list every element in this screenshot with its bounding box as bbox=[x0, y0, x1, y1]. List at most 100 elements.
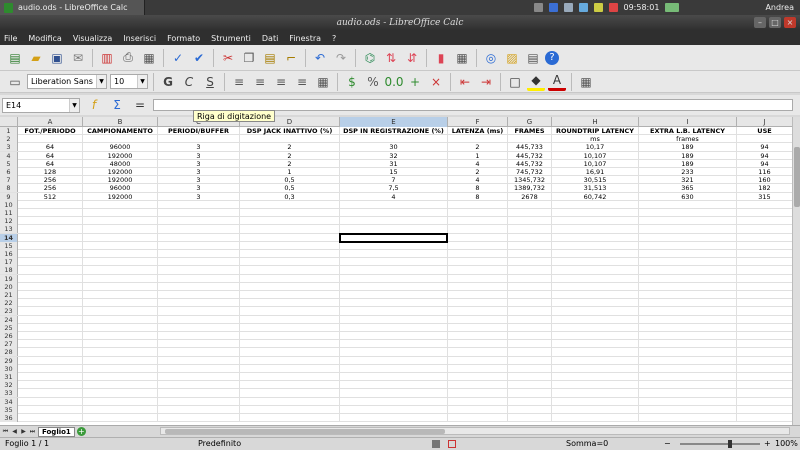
cell[interactable] bbox=[18, 373, 83, 381]
cell[interactable] bbox=[552, 241, 639, 250]
cell[interactable]: 233 bbox=[639, 168, 737, 176]
column-header-e[interactable]: E bbox=[340, 117, 448, 127]
cell[interactable] bbox=[340, 381, 448, 390]
export-pdf-icon[interactable]: ▥ bbox=[98, 49, 116, 67]
user-name[interactable]: Andrea bbox=[765, 3, 794, 12]
cell[interactable] bbox=[639, 381, 737, 390]
cell[interactable] bbox=[240, 381, 340, 390]
cell[interactable]: 4 bbox=[340, 192, 448, 201]
merge-cells-icon[interactable]: ▦ bbox=[314, 73, 332, 91]
cell[interactable]: 445,732 bbox=[508, 151, 552, 160]
row-header[interactable]: 29 bbox=[0, 356, 18, 365]
row-header[interactable]: 4 bbox=[0, 151, 18, 160]
cell[interactable]: 64 bbox=[18, 159, 83, 168]
cell[interactable] bbox=[448, 299, 508, 308]
cell[interactable] bbox=[552, 299, 639, 308]
cell[interactable] bbox=[83, 340, 158, 349]
cell[interactable] bbox=[448, 340, 508, 349]
cell[interactable] bbox=[639, 282, 737, 291]
cell[interactable] bbox=[18, 364, 83, 373]
name-box[interactable]: E14 ▼ bbox=[2, 97, 80, 113]
email-icon[interactable]: ✉ bbox=[69, 49, 87, 67]
cell[interactable] bbox=[83, 323, 158, 332]
cell[interactable] bbox=[508, 414, 552, 422]
cell[interactable] bbox=[340, 315, 448, 324]
cell[interactable]: 182 bbox=[737, 184, 792, 192]
cell[interactable] bbox=[18, 340, 83, 349]
cell[interactable] bbox=[83, 291, 158, 299]
cell[interactable] bbox=[448, 389, 508, 398]
row-header[interactable]: 5 bbox=[0, 159, 18, 168]
cell[interactable] bbox=[240, 135, 340, 144]
cell[interactable] bbox=[639, 241, 737, 250]
cell[interactable]: 1345,732 bbox=[508, 176, 552, 185]
cell[interactable]: FOT./PERIODO bbox=[18, 127, 83, 135]
cell[interactable]: 94 bbox=[737, 143, 792, 151]
cell[interactable]: 512 bbox=[18, 192, 83, 201]
cell[interactable] bbox=[448, 241, 508, 250]
row-header[interactable]: 24 bbox=[0, 315, 18, 324]
cell[interactable] bbox=[552, 307, 639, 316]
cell[interactable]: 128 bbox=[18, 168, 83, 176]
row-header[interactable]: 32 bbox=[0, 381, 18, 390]
cell[interactable] bbox=[83, 299, 158, 308]
borders-icon[interactable]: □ bbox=[506, 73, 524, 91]
cell[interactable] bbox=[83, 209, 158, 217]
menu-help[interactable]: ? bbox=[332, 34, 336, 43]
cell[interactable] bbox=[158, 217, 240, 226]
cell[interactable] bbox=[340, 364, 448, 373]
cell[interactable] bbox=[737, 332, 792, 340]
cell[interactable] bbox=[83, 315, 158, 324]
cell[interactable]: 0,5 bbox=[240, 176, 340, 185]
cell[interactable]: 315 bbox=[737, 193, 792, 201]
cell[interactable] bbox=[508, 323, 552, 332]
cell[interactable] bbox=[240, 209, 340, 217]
column-header-b[interactable]: B bbox=[83, 117, 158, 127]
cell[interactable] bbox=[508, 356, 552, 365]
cell[interactable] bbox=[552, 373, 639, 381]
cell[interactable] bbox=[158, 373, 240, 381]
row-header[interactable]: 31 bbox=[0, 373, 18, 381]
cell[interactable] bbox=[448, 348, 508, 357]
clock[interactable]: 09:58:01 bbox=[624, 3, 660, 12]
cell[interactable]: ms bbox=[552, 135, 639, 144]
cell[interactable] bbox=[639, 299, 737, 308]
number-format-icon[interactable]: 0.0 bbox=[384, 73, 403, 91]
cell[interactable] bbox=[18, 307, 83, 316]
cell[interactable] bbox=[508, 397, 552, 406]
menu-modifica[interactable]: Modifica bbox=[28, 34, 61, 43]
hyperlink-icon[interactable]: ⌬ bbox=[361, 49, 379, 67]
cell[interactable]: 256 bbox=[18, 184, 83, 193]
menu-finestra[interactable]: Finestra bbox=[289, 34, 321, 43]
cell[interactable] bbox=[639, 348, 737, 357]
cell[interactable] bbox=[158, 340, 240, 349]
cell[interactable] bbox=[448, 217, 508, 226]
cell[interactable] bbox=[18, 258, 83, 267]
column-header-i[interactable]: I bbox=[639, 117, 737, 127]
cell[interactable] bbox=[552, 266, 639, 275]
cell[interactable] bbox=[737, 217, 792, 225]
cell[interactable]: DSP JACK INATTIVO (%) bbox=[240, 127, 340, 135]
cell[interactable]: 96000 bbox=[83, 143, 158, 152]
cell[interactable] bbox=[340, 340, 448, 349]
close-icon[interactable]: × bbox=[784, 17, 796, 28]
cell[interactable]: 445,732 bbox=[508, 159, 552, 168]
cell[interactable] bbox=[639, 291, 737, 299]
cell[interactable] bbox=[158, 332, 240, 340]
cell[interactable] bbox=[240, 250, 340, 258]
cell[interactable] bbox=[508, 299, 552, 308]
row-header[interactable]: 15 bbox=[0, 241, 18, 250]
cell[interactable]: FRAMES bbox=[508, 127, 552, 135]
cell[interactable]: 189 bbox=[639, 159, 737, 168]
cell[interactable] bbox=[552, 258, 639, 267]
row-header[interactable]: 36 bbox=[0, 414, 18, 422]
cell[interactable] bbox=[639, 315, 737, 324]
cell[interactable] bbox=[240, 405, 340, 414]
cell[interactable] bbox=[639, 200, 737, 209]
cell[interactable] bbox=[83, 250, 158, 258]
cell[interactable] bbox=[18, 233, 83, 242]
menu-visualizza[interactable]: Visualizza bbox=[73, 34, 112, 43]
cell[interactable] bbox=[83, 217, 158, 226]
cell[interactable] bbox=[158, 364, 240, 373]
select-all-corner[interactable] bbox=[0, 117, 18, 127]
